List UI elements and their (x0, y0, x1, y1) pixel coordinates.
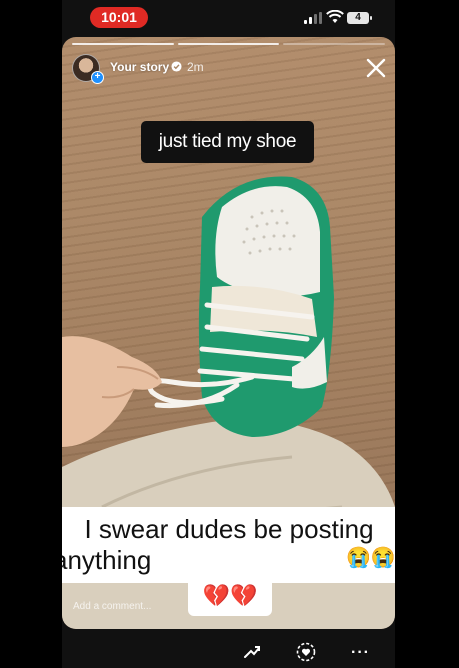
signal-icon (304, 12, 322, 24)
story-caption: just tied my shoe (141, 121, 314, 163)
verified-icon (171, 61, 182, 72)
status-bar: 10:01 4 (62, 0, 395, 36)
story-viewer[interactable]: + Your story 2m just tied my shoe I swea… (62, 37, 395, 629)
battery-icon: 4 (347, 12, 372, 24)
video-overlay-caption: I swear dudes be posting anything 😭😭 (62, 507, 395, 583)
overlay-redaction (165, 543, 343, 573)
overlay-line-1: I swear dudes be posting (84, 514, 374, 544)
story-actions-bar: ··· (62, 632, 395, 668)
story-age: 2m (187, 60, 204, 74)
story-username[interactable]: Your story (110, 60, 169, 74)
trending-icon[interactable] (242, 642, 262, 662)
add-story-icon[interactable]: + (91, 71, 104, 84)
more-icon[interactable]: ··· (351, 644, 370, 662)
wifi-icon (326, 10, 344, 23)
status-time: 10:01 (90, 7, 148, 28)
comment-input[interactable]: Add a comment... (73, 601, 151, 612)
story-progress (72, 43, 386, 45)
broken-heart-emoji: 💔💔 (188, 578, 272, 616)
crying-emoji: 😭😭 (346, 547, 395, 569)
phone-screen: 10:01 4 + Your story 2m just tied my sho… (62, 0, 395, 668)
heart-icon[interactable] (296, 642, 316, 662)
close-icon[interactable] (365, 57, 387, 79)
